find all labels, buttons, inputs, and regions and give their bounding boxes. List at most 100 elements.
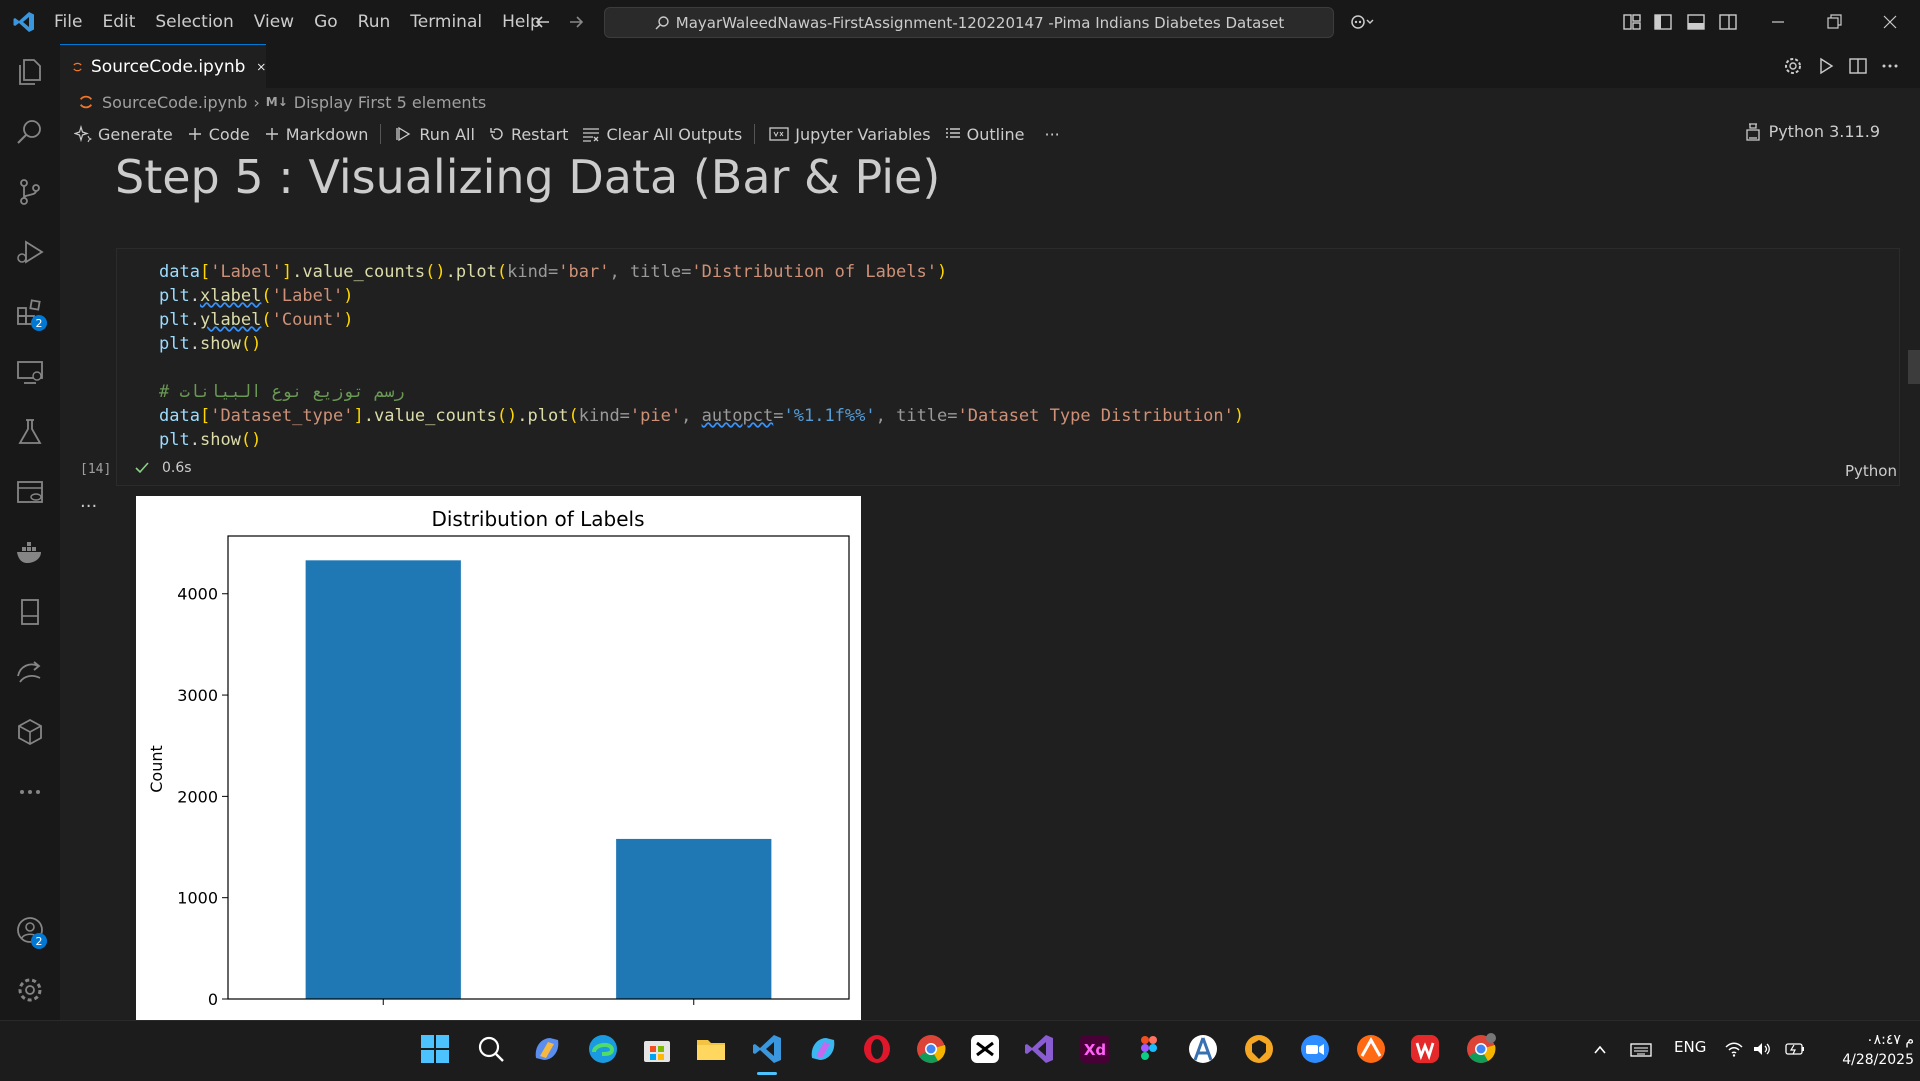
- output-more-button[interactable]: ···: [80, 496, 97, 517]
- windows-start-icon[interactable]: [418, 1032, 452, 1066]
- menu-selection[interactable]: Selection: [155, 12, 233, 32]
- notebook-settings-icon[interactable]: [1783, 56, 1803, 76]
- close-tab-icon[interactable]: [257, 60, 266, 74]
- vscode-logo-icon[interactable]: [12, 10, 36, 34]
- run-all-icon: [396, 126, 411, 142]
- menu-edit[interactable]: Edit: [102, 12, 135, 32]
- source-control-icon[interactable]: [14, 176, 46, 208]
- copilot-app-icon[interactable]: [530, 1032, 564, 1066]
- clear-all-outputs-button[interactable]: Clear All Outputs: [582, 125, 742, 144]
- testing-icon[interactable]: [14, 416, 46, 448]
- toggle-primary-sidebar-icon[interactable]: [1653, 12, 1673, 32]
- code-cell[interactable]: [116, 248, 1900, 486]
- outline-button[interactable]: Outline: [945, 125, 1025, 144]
- add-code-button[interactable]: Code: [187, 125, 250, 144]
- chrome-icon[interactable]: [914, 1032, 948, 1066]
- capcut-icon[interactable]: [968, 1032, 1002, 1066]
- breadcrumb-section[interactable]: Display First 5 elements: [294, 93, 486, 112]
- list-icon: [945, 128, 960, 138]
- run-icon[interactable]: [1816, 56, 1836, 76]
- menu-run[interactable]: Run: [358, 12, 391, 32]
- split-editor-icon[interactable]: [1848, 56, 1868, 76]
- add-markdown-button[interactable]: Markdown: [264, 125, 368, 144]
- jupyter-variables-button[interactable]: Jupyter Variables: [769, 125, 931, 144]
- settings-gear-icon[interactable]: [14, 974, 46, 1006]
- code-line-2: plt.xlabel('Label'): [159, 286, 354, 306]
- code-token: .value_counts: [292, 262, 426, 282]
- bar-chart: Distribution of Labels Count 0 1000 2000 30…: [147, 507, 850, 1009]
- command-center-search[interactable]: MayarWaleedNawas-FirstAssignment-1202201…: [604, 7, 1334, 38]
- run-all-button[interactable]: Run All: [395, 125, 475, 144]
- scratch-pad-icon[interactable]: [1354, 1032, 1388, 1066]
- breadcrumb: SourceCode.ipynb › M↓ Display First 5 el…: [78, 92, 486, 112]
- code-token: .: [189, 430, 200, 450]
- notebook-toolbar: Generate Code Markdown Run All Restart C…: [60, 118, 1920, 150]
- opera-icon[interactable]: [860, 1032, 894, 1066]
- more-views-icon[interactable]: [14, 776, 46, 808]
- more-actions-icon[interactable]: [1880, 56, 1900, 76]
- taskbar-search-icon[interactable]: [474, 1032, 508, 1066]
- search-icon[interactable]: [14, 116, 46, 148]
- restart-icon: [490, 128, 503, 140]
- edge-icon[interactable]: [586, 1032, 620, 1066]
- vscode-taskbar-icon[interactable]: [750, 1032, 784, 1066]
- zoom-icon[interactable]: [1298, 1032, 1332, 1066]
- markdown-marker: M↓: [265, 95, 288, 109]
- tab-sourcecode-ipynb[interactable]: SourceCode.ipynb: [60, 44, 266, 89]
- visual-studio-icon[interactable]: [1022, 1032, 1056, 1066]
- customize-layout-icon[interactable]: [1622, 12, 1642, 32]
- menu-go[interactable]: Go: [314, 12, 338, 32]
- clock[interactable]: م ٠٨:٤٧ 4/28/2025: [1822, 1030, 1914, 1070]
- code-token: kind=: [578, 406, 630, 426]
- forward-arrow-icon[interactable]: [566, 12, 586, 32]
- database-icon[interactable]: [14, 476, 46, 508]
- search-text: MayarWaleedNawas-FirstAssignment-1202201…: [675, 13, 1285, 32]
- copilot-icon[interactable]: [1350, 12, 1374, 32]
- menu-terminal[interactable]: Terminal: [410, 12, 482, 32]
- code-token: plt: [159, 286, 190, 306]
- activity-bar: 2 2: [0, 44, 60, 1020]
- figma-icon[interactable]: [1132, 1032, 1166, 1066]
- breadcrumb-file[interactable]: SourceCode.ipynb: [102, 93, 247, 112]
- toggle-secondary-sidebar-icon[interactable]: [1718, 12, 1738, 32]
- microsoft-store-icon[interactable]: [640, 1032, 674, 1066]
- battery-icon[interactable]: [1784, 1040, 1806, 1058]
- extensions-badge: 2: [31, 315, 47, 331]
- generate-button[interactable]: Generate: [74, 125, 173, 144]
- explorer-icon[interactable]: [14, 56, 46, 88]
- back-arrow-icon[interactable]: [533, 12, 553, 32]
- file-explorer-icon[interactable]: [694, 1032, 728, 1066]
- restart-button[interactable]: Restart: [489, 124, 569, 144]
- notebook-icon[interactable]: [14, 596, 46, 628]
- restore-icon[interactable]: [1824, 12, 1844, 32]
- android-studio-icon[interactable]: [1186, 1032, 1220, 1066]
- y-tick-label-4: 4000: [177, 585, 218, 604]
- menu-file[interactable]: File: [54, 12, 82, 32]
- keyboard-icon[interactable]: [1630, 1042, 1652, 1058]
- package-icon[interactable]: [14, 716, 46, 748]
- kernel-picker[interactable]: Python 3.11.9: [1745, 122, 1880, 141]
- close-window-icon[interactable]: [1880, 12, 1900, 32]
- menu-view[interactable]: View: [254, 12, 294, 32]
- code-token: ): [1233, 406, 1245, 426]
- toolbar-more-button[interactable]: ···: [1045, 125, 1060, 144]
- live-share-icon[interactable]: [14, 656, 46, 688]
- wps-office-icon[interactable]: [1408, 1032, 1442, 1066]
- brave-icon[interactable]: [1242, 1032, 1276, 1066]
- minimize-icon[interactable]: [1768, 12, 1788, 32]
- input-language[interactable]: ENG: [1674, 1038, 1706, 1056]
- volume-icon[interactable]: [1752, 1040, 1772, 1058]
- m365-copilot-icon[interactable]: [806, 1032, 840, 1066]
- chevron-up-icon[interactable]: [1592, 1042, 1608, 1058]
- remote-explorer-icon[interactable]: [14, 356, 46, 388]
- code-token: (): [240, 430, 262, 450]
- toggle-panel-icon[interactable]: [1686, 12, 1706, 32]
- restart-label: Restart: [510, 124, 569, 144]
- run-debug-icon[interactable]: [14, 236, 46, 268]
- scrollbar-thumb[interactable]: [1908, 350, 1920, 384]
- docker-icon[interactable]: [14, 536, 46, 568]
- chrome-profile-icon[interactable]: [1464, 1032, 1498, 1066]
- cell-language[interactable]: Python: [1845, 462, 1897, 480]
- wifi-icon[interactable]: [1724, 1040, 1744, 1058]
- adobe-xd-icon[interactable]: Xd: [1078, 1032, 1112, 1066]
